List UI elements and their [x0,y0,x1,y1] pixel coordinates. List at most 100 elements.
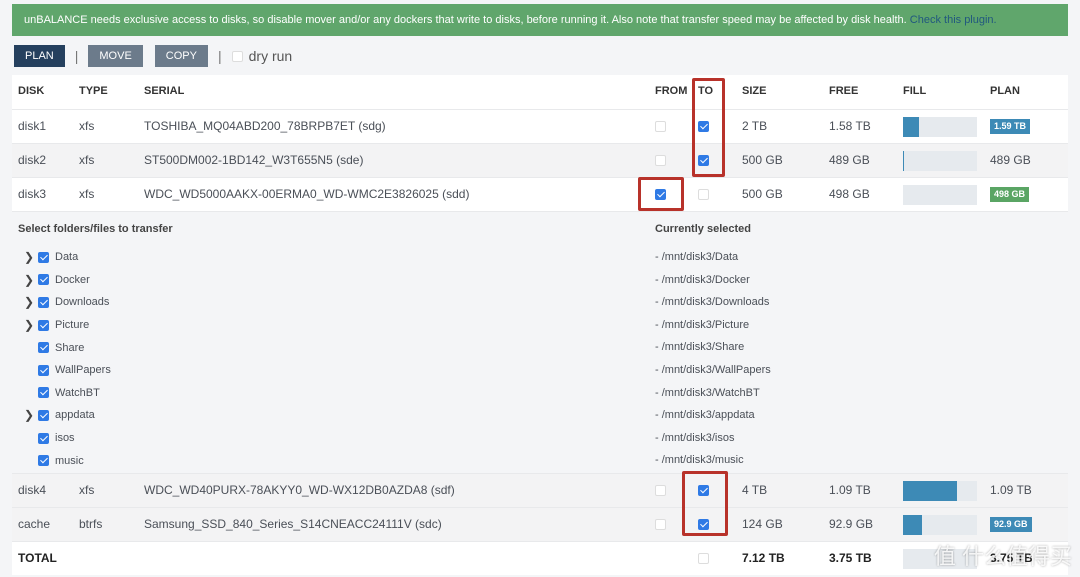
to-all-checkbox[interactable] [698,553,709,565]
folder-item: isos [24,427,111,450]
selected-path: - /mnt/disk3/music [655,454,744,467]
column-header: SERIAL [144,85,185,97]
disk-serial: WDC_WD40PURX-78AKYY0_WD-WX12DB0AZDA8 (sd… [144,483,455,497]
plan-badge: 92.9 GB [990,517,1032,532]
folder-item: ❯ Downloads [24,291,111,314]
dry-run-checkbox[interactable] [231,50,243,62]
to-checkbox[interactable] [698,189,709,201]
plan-badge: 498 GB [990,187,1030,202]
disk-serial: TOSHIBA_MQ04ABD200_78BRPB7ET (sdg) [144,119,386,133]
folder-checkbox[interactable] [38,364,49,376]
disk-name: disk4 [18,483,47,497]
disk-size: 4 TB [742,483,768,497]
selected-path: - /mnt/disk3/Downloads [655,296,770,309]
selected-path: - /mnt/disk3/Picture [655,318,750,331]
folder-name: Picture [55,319,90,332]
disk-name: disk1 [18,119,47,133]
folder-checkbox[interactable] [38,296,49,308]
from-checkbox[interactable] [655,519,666,531]
selected-path: - /mnt/disk3/appdata [655,409,755,422]
chevron-right-icon[interactable]: ❯ [24,295,38,309]
disk-type: btrfs [79,517,103,531]
folder-name: music [55,454,84,467]
from-cell [655,110,666,143]
plan-button[interactable]: PLAN [14,45,65,67]
folder-checkbox[interactable] [38,251,49,263]
disk-free: 489 GB [829,153,870,167]
fill-bar [903,117,977,137]
folder-panel-title: Select folders/files to transfer [18,223,173,235]
copy-button[interactable]: COPY [154,45,208,67]
folder-checkbox[interactable] [38,432,49,444]
from-checkbox[interactable] [655,155,666,167]
folder-checkbox[interactable] [38,409,49,421]
disk-name: cache [18,517,51,531]
folder-item: WallPapers [24,359,111,382]
fill-bar [903,151,977,171]
selected-path: - /mnt/disk3/Docker [655,273,750,286]
disk-row: disk4 xfs WDC_WD40PURX-78AKYY0_WD-WX12DB… [12,473,1068,507]
folder-name: WallPapers [55,364,111,377]
move-button[interactable]: MOVE [88,45,143,67]
selected-path: - /mnt/disk3/WallPapers [655,363,771,376]
fill-bar-value [903,481,958,501]
folder-checkbox[interactable] [38,342,49,354]
selected-path: - /mnt/disk3/WatchBT [655,386,760,399]
from-cell [655,474,666,507]
folder-item: WatchBT [24,382,111,405]
disk-size: 124 GB [742,517,783,531]
column-header: FROM [655,85,688,97]
folder-checkbox[interactable] [38,319,49,331]
highlight-box [638,177,684,211]
selected-list: - /mnt/disk3/Data - /mnt/disk3/Docker - /m… [655,246,771,472]
total-size: 7.12 TB [742,551,785,565]
disk-name: disk2 [18,153,47,167]
folder-name: isos [55,432,75,445]
plan-value: 1.09 TB [990,483,1032,497]
currently-selected-title: Currently selected [655,223,751,235]
folder-name: Data [55,251,79,264]
chevron-right-icon[interactable]: ❯ [24,318,38,332]
disk-type: xfs [79,483,95,497]
plan-badge: 1.59 TB [990,119,1031,134]
folder-name: WatchBT [55,386,100,399]
to-all-cell [698,542,709,575]
column-header: SIZE [742,85,767,97]
folder-name: Downloads [55,296,110,309]
folder-checkbox[interactable] [38,387,49,399]
folder-panel: Select folders/files to transfer Current… [12,211,1068,473]
folder-checkbox[interactable] [38,274,49,286]
selected-path: - /mnt/disk3/Share [655,341,745,354]
chevron-right-icon[interactable]: ❯ [24,250,38,264]
column-header: FREE [829,85,859,97]
folder-item: Share [24,336,111,359]
folder-name: appdata [55,409,95,422]
dry-run-label: dry run [248,48,293,64]
fill-bar [903,185,977,205]
folder-name: Docker [55,273,90,286]
from-checkbox[interactable] [655,485,666,497]
from-cell [655,144,666,177]
disk-free: 92.9 GB [829,517,874,531]
fill-bar-value [903,515,922,535]
check-plugin-link[interactable]: Check this plugin. [910,14,997,26]
plan-cell: 1.59 TB [990,110,1031,143]
chevron-right-icon[interactable]: ❯ [24,408,38,422]
selected-path: - /mnt/disk3/isos [655,431,735,444]
toolbar: PLAN | MOVE COPY | dry run [14,45,292,67]
disk-row: disk1 xfs TOSHIBA_MQ04ABD200_78BRPB7ET (… [12,109,1068,143]
from-cell [655,508,666,541]
watermark: 值 什么值得买 [933,544,1072,569]
disk-serial: WDC_WD5000AAKX-00ERMA0_WD-WMC2E3826025 (… [144,187,470,201]
disk-table: DISK TYPE SERIAL FROM TO SIZE FREE FILL PLAN dis… [12,75,1068,575]
disk-type: xfs [79,187,95,201]
disk-size: 500 GB [742,153,783,167]
from-checkbox[interactable] [655,121,666,133]
folder-item: ❯ Docker [24,269,111,292]
disk-type: xfs [79,119,95,133]
folder-checkbox[interactable] [38,455,49,467]
disk-serial: ST500DM002-1BD142_W3T655N5 (sde) [144,153,364,167]
to-cell [698,178,709,211]
chevron-right-icon[interactable]: ❯ [24,273,38,287]
plan-cell: 498 GB [990,178,1030,211]
